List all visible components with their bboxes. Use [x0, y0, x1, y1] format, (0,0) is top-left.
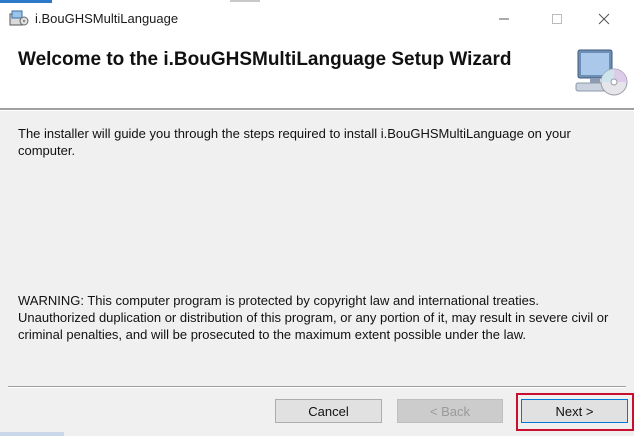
wizard-title: Welcome to the i.BouGHSMultiLanguage Set…: [18, 49, 512, 70]
close-icon: [598, 13, 610, 25]
intro-text: The installer will guide you through the…: [18, 126, 571, 158]
copyright-warning-text: WARNING: This computer program is protec…: [18, 293, 609, 342]
cancel-button[interactable]: Cancel: [275, 399, 382, 423]
header-divider: [0, 108, 634, 111]
close-button[interactable]: [584, 4, 624, 34]
setup-wizard-window: i.BouGHSMultiLanguage Welcome to the i.B…: [0, 0, 634, 436]
title-bar: i.BouGHSMultiLanguage: [0, 4, 634, 34]
maximize-button[interactable]: [537, 4, 577, 34]
taskbar-accent: [0, 0, 52, 3]
window-title: i.BouGHSMultiLanguage: [35, 11, 179, 26]
taskbar-fragment: [230, 0, 260, 2]
next-button[interactable]: Next >: [521, 399, 628, 423]
maximize-icon: [552, 14, 562, 24]
minimize-button[interactable]: [484, 4, 524, 34]
computer-cd-icon: [575, 49, 628, 96]
footer-divider: [8, 386, 626, 388]
minimize-icon: [499, 18, 509, 20]
back-button[interactable]: < Back: [397, 399, 503, 423]
corner-fragment: [0, 432, 64, 436]
wizard-header: Welcome to the i.BouGHSMultiLanguage Set…: [0, 34, 634, 108]
installer-app-icon: [9, 10, 29, 26]
